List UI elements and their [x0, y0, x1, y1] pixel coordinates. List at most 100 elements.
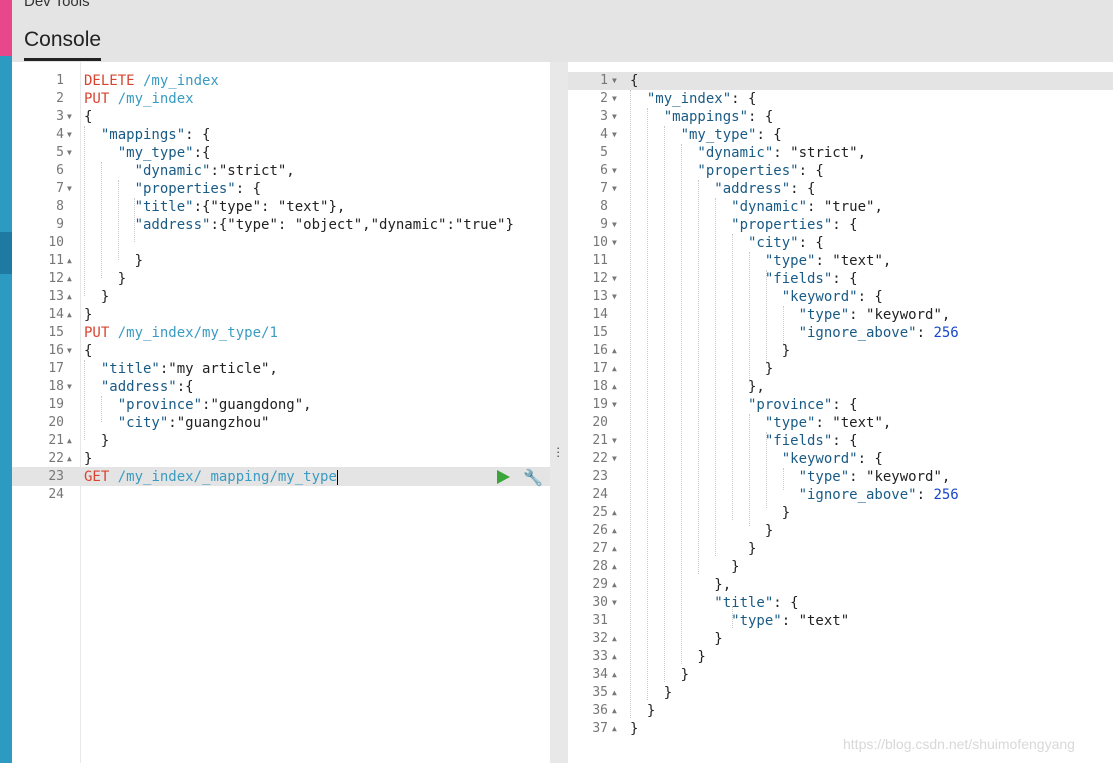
- fold-arrow-down-icon[interactable]: ▼: [67, 144, 72, 162]
- fold-arrow-down-icon[interactable]: ▼: [612, 270, 617, 288]
- tab-console[interactable]: Console: [24, 28, 102, 61]
- request-code-line[interactable]: }: [84, 450, 92, 468]
- response-code-line[interactable]: "type": "keyword",: [630, 306, 951, 324]
- response-code-line[interactable]: "title": {: [630, 594, 798, 612]
- fold-arrow-down-icon[interactable]: ▼: [67, 180, 72, 198]
- response-code-line[interactable]: "type": "text": [630, 612, 849, 630]
- response-code-line[interactable]: }: [630, 720, 638, 738]
- request-code-line[interactable]: "province":"guangdong",: [84, 396, 312, 414]
- request-code-line[interactable]: }: [84, 432, 109, 450]
- response-code-line[interactable]: "mappings": {: [630, 108, 774, 126]
- request-code-line[interactable]: "properties": {: [84, 180, 261, 198]
- fold-arrow-up-icon[interactable]: ▲: [612, 504, 617, 522]
- fold-arrow-down-icon[interactable]: ▼: [612, 432, 617, 450]
- fold-arrow-up-icon[interactable]: ▲: [612, 342, 617, 360]
- response-code-line[interactable]: }: [630, 684, 672, 702]
- fold-arrow-up-icon[interactable]: ▲: [612, 576, 617, 594]
- response-code-line[interactable]: "type": "text",: [630, 252, 891, 270]
- nav-active-item[interactable]: [0, 232, 12, 274]
- fold-arrow-up-icon[interactable]: ▲: [67, 450, 72, 468]
- fold-arrow-down-icon[interactable]: ▼: [612, 216, 617, 234]
- play-icon[interactable]: [495, 469, 511, 485]
- fold-arrow-up-icon[interactable]: ▲: [67, 270, 72, 288]
- fold-arrow-up-icon[interactable]: ▲: [67, 252, 72, 270]
- fold-arrow-up-icon[interactable]: ▲: [67, 432, 72, 450]
- request-code-line[interactable]: GET /my_index/_mapping/my_type: [84, 468, 338, 486]
- response-code-line[interactable]: "keyword": {: [630, 450, 883, 468]
- fold-arrow-up-icon[interactable]: ▲: [612, 360, 617, 378]
- fold-arrow-up-icon[interactable]: ▲: [612, 522, 617, 540]
- fold-arrow-down-icon[interactable]: ▼: [612, 180, 617, 198]
- fold-arrow-down-icon[interactable]: ▼: [612, 234, 617, 252]
- response-code-line[interactable]: "ignore_above": 256: [630, 486, 959, 504]
- response-code-line[interactable]: }: [630, 360, 773, 378]
- request-line-number: 15: [48, 325, 64, 340]
- request-code-line[interactable]: "address":{"type": "object","dynamic":"t…: [84, 216, 514, 234]
- response-code-line[interactable]: }: [630, 540, 756, 558]
- request-code-line[interactable]: "title":"my article",: [84, 360, 278, 378]
- response-code-line[interactable]: "dynamic": "true",: [630, 198, 883, 216]
- code-token: /my_index: [134, 73, 219, 89]
- fold-arrow-up-icon[interactable]: ▲: [612, 720, 617, 738]
- fold-arrow-down-icon[interactable]: ▼: [67, 342, 72, 360]
- response-code-line[interactable]: "address": {: [630, 180, 815, 198]
- fold-arrow-up-icon[interactable]: ▲: [612, 630, 617, 648]
- response-code-line[interactable]: }: [630, 648, 705, 666]
- request-code-line[interactable]: "mappings": {: [84, 126, 211, 144]
- response-code-line[interactable]: "dynamic": "strict",: [630, 144, 866, 162]
- fold-arrow-down-icon[interactable]: ▼: [67, 108, 72, 126]
- response-code-line[interactable]: "properties": {: [630, 162, 823, 180]
- fold-arrow-up-icon[interactable]: ▲: [612, 702, 617, 720]
- code-token: }: [630, 361, 774, 377]
- request-code-line[interactable]: "my_type":{: [84, 144, 211, 162]
- request-code-line[interactable]: DELETE /my_index: [84, 72, 219, 90]
- fold-arrow-down-icon[interactable]: ▼: [612, 396, 617, 414]
- fold-arrow-down-icon[interactable]: ▼: [612, 72, 617, 90]
- request-code-line[interactable]: {: [84, 108, 92, 126]
- request-code-line[interactable]: "title":{"type": "text"},: [84, 198, 346, 216]
- fold-arrow-up-icon[interactable]: ▲: [612, 558, 617, 576]
- fold-arrow-up-icon[interactable]: ▲: [612, 648, 617, 666]
- wrench-icon[interactable]: 🔧: [523, 468, 543, 488]
- kibana-nav-strip[interactable]: [0, 0, 12, 763]
- fold-arrow-down-icon[interactable]: ▼: [612, 162, 617, 180]
- response-code-line[interactable]: "ignore_above": 256: [630, 324, 959, 342]
- panel-resizer[interactable]: · · ·: [550, 62, 568, 763]
- response-code-line[interactable]: "type": "text",: [630, 414, 891, 432]
- fold-arrow-down-icon[interactable]: ▼: [612, 450, 617, 468]
- fold-arrow-down-icon[interactable]: ▼: [67, 126, 72, 144]
- response-code-line[interactable]: }: [630, 666, 689, 684]
- request-code-line[interactable]: PUT /my_index/my_type/1: [84, 324, 278, 342]
- response-code-line[interactable]: "my_index": {: [630, 90, 757, 108]
- fold-arrow-up-icon[interactable]: ▲: [612, 666, 617, 684]
- fold-arrow-down-icon[interactable]: ▼: [612, 90, 617, 108]
- response-code-line[interactable]: }: [630, 702, 655, 720]
- request-code-line[interactable]: "dynamic":"strict",: [84, 162, 295, 180]
- fold-arrow-up-icon[interactable]: ▲: [612, 684, 617, 702]
- request-code-line[interactable]: }: [84, 270, 126, 288]
- response-code-line[interactable]: "type": "keyword",: [630, 468, 951, 486]
- fold-arrow-down-icon[interactable]: ▼: [612, 108, 617, 126]
- request-code-line[interactable]: }: [84, 252, 143, 270]
- fold-arrow-down-icon[interactable]: ▼: [612, 288, 617, 306]
- fold-arrow-up-icon[interactable]: ▲: [612, 540, 617, 558]
- resize-handle-icon[interactable]: · · ·: [556, 441, 560, 462]
- request-code-line[interactable]: {: [84, 342, 92, 360]
- request-code-line[interactable]: }: [84, 306, 92, 324]
- response-code-line[interactable]: "keyword": {: [630, 288, 883, 306]
- response-code-line[interactable]: }: [630, 522, 773, 540]
- response-code-line[interactable]: }: [630, 630, 722, 648]
- response-code-line[interactable]: "city": {: [630, 234, 824, 252]
- response-code-line[interactable]: "my_type": {: [630, 126, 782, 144]
- fold-arrow-up-icon[interactable]: ▲: [67, 288, 72, 306]
- request-code-line[interactable]: }: [84, 288, 109, 306]
- fold-arrow-up-icon[interactable]: ▲: [612, 378, 617, 396]
- fold-arrow-down-icon[interactable]: ▼: [612, 126, 617, 144]
- request-code-line[interactable]: PUT /my_index: [84, 90, 194, 108]
- fold-arrow-up-icon[interactable]: ▲: [67, 306, 72, 324]
- request-code-line[interactable]: "city":"guangzhou": [84, 414, 270, 432]
- fold-arrow-down-icon[interactable]: ▼: [67, 378, 72, 396]
- fold-arrow-down-icon[interactable]: ▼: [612, 594, 617, 612]
- response-code-line[interactable]: {: [630, 72, 638, 90]
- request-code-line[interactable]: "address":{: [84, 378, 194, 396]
